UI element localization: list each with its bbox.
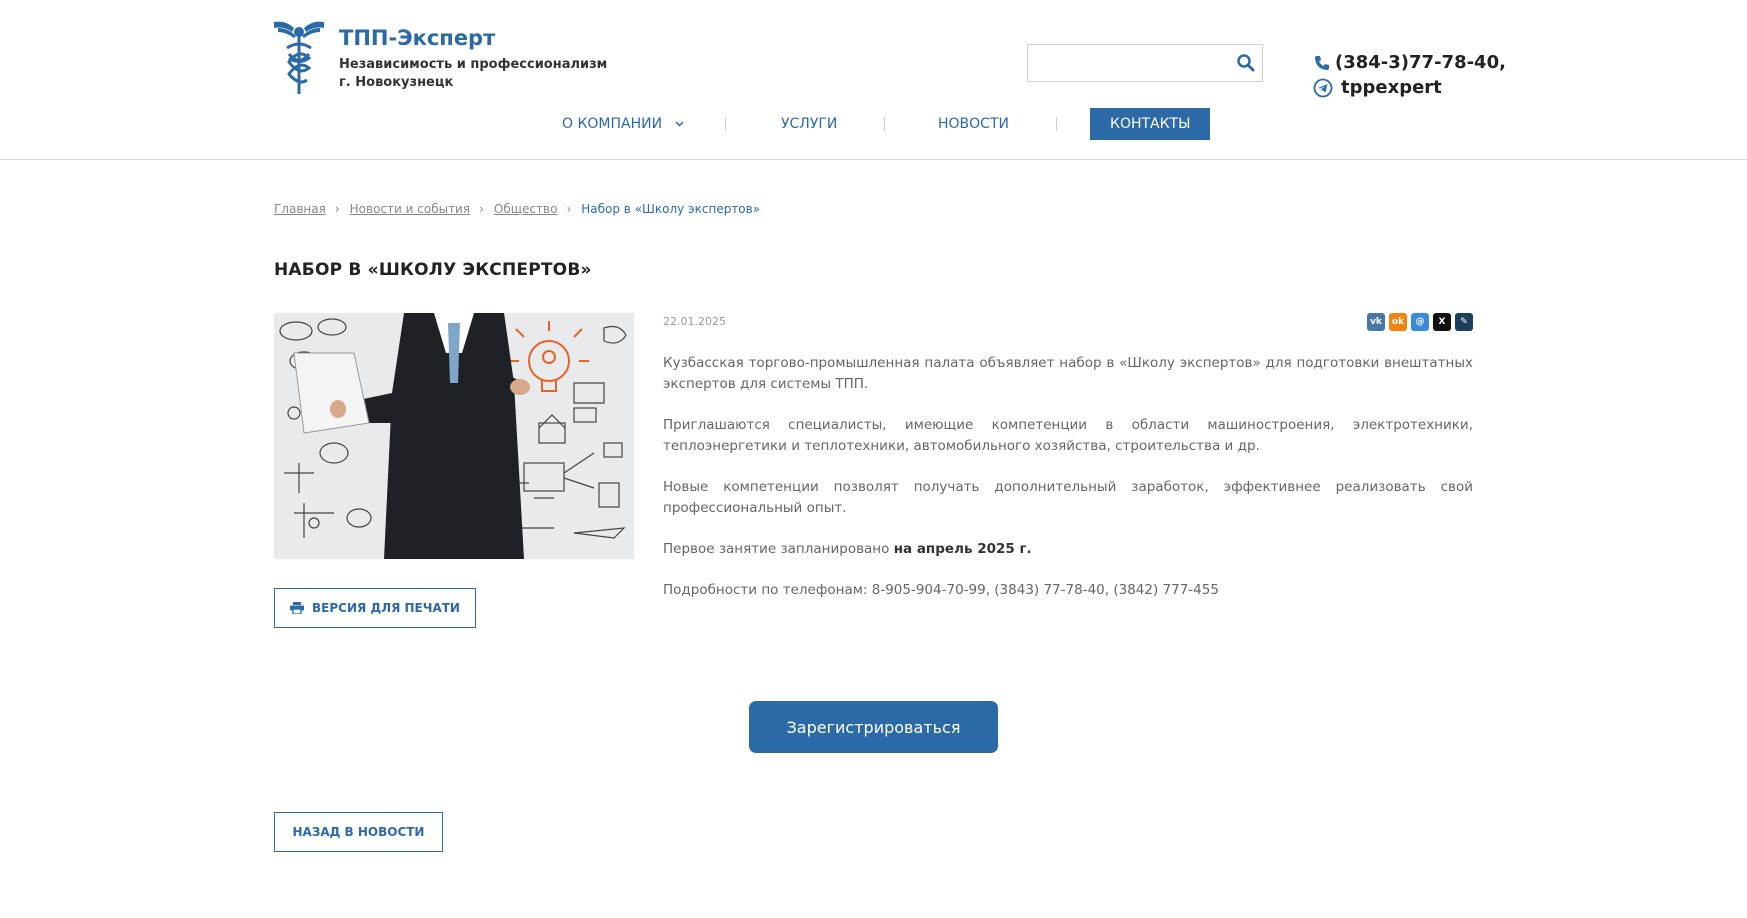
brand-city: г. Новокузнецк [339,75,454,90]
nav-item-contacts[interactable]: Контакты [1090,108,1211,140]
chevron-right-icon: › [566,202,572,216]
breadcrumb-current: Набор в «Школу экспертов» [581,202,761,216]
nav-item-about[interactable]: О компании [562,108,684,140]
register-button[interactable]: Зарегистрироваться [749,701,998,753]
livejournal-icon[interactable]: ✎ [1455,313,1473,331]
telegram-contact[interactable]: tppexpert [1313,75,1506,100]
breadcrumb-news[interactable]: Новости и события [350,202,470,216]
printer-icon [290,602,305,614]
breadcrumb: Главная › Новости и события › Общество ›… [274,202,760,216]
search-box [1027,44,1263,82]
odnoklassniki-icon[interactable]: ok [1389,313,1407,331]
chevron-right-icon: › [479,202,484,216]
logo-caduceus-icon[interactable] [272,18,326,96]
paragraph-phones: Подробности по телефонам: 8-905-904-70-9… [663,582,1219,598]
share-buttons: vk ok @ X ✎ [1367,313,1473,331]
chevron-down-icon [675,121,684,127]
paragraph: Новые компетенции позволят получать допо… [663,479,1473,516]
print-version-button[interactable]: ВЕРСИЯ ДЛЯ ПЕЧАТИ [274,588,476,628]
nav-item-label: О компании [562,116,663,132]
paragraph-text: Первое занятие запланировано [663,541,894,557]
paragraph-bold: на апрель 2025 г. [893,541,1032,557]
vk-icon[interactable]: vk [1367,313,1385,331]
brand-subtitle: Независимость и профессионализм г. Новок… [339,56,607,92]
nav-divider [884,117,885,131]
nav-item-services[interactable]: Услуги [781,108,837,140]
brand-tagline: Независимость и профессионализм [339,57,608,72]
news-date: 22.01.2025 [663,315,726,328]
nav-divider [725,117,726,131]
phone-icon [1315,55,1329,70]
telegram-icon [1313,78,1333,97]
telegram-handle: tppexpert [1341,77,1442,98]
breadcrumb-society[interactable]: Общество [494,202,558,216]
back-to-news-button[interactable]: НАЗАД В НОВОСТИ [274,812,443,852]
phone-number: (384-3)77-78-40, [1335,52,1506,73]
search-input[interactable] [1028,45,1223,81]
site-header: ТПП-Эксперт Независимость и профессионал… [0,0,1747,160]
search-icon[interactable] [1236,53,1256,73]
x-icon[interactable]: X [1433,313,1451,331]
nav-item-news[interactable]: Новости [938,108,1009,140]
print-version-label: ВЕРСИЯ ДЛЯ ПЕЧАТИ [312,601,460,615]
paragraph: Приглашаются специалисты, имеющие компет… [663,417,1473,454]
news-image[interactable] [274,313,634,559]
main-nav: О компании Услуги Новости Контакты [0,108,1747,140]
breadcrumb-home[interactable]: Главная [274,202,326,216]
nav-divider [1056,117,1057,131]
phone-contact[interactable]: (384-3)77-78-40, [1313,50,1506,75]
page-title: НАБОР В «ШКОЛУ ЭКСПЕРТОВ» [274,260,592,280]
header-contacts: (384-3)77-78-40, tppexpert [1313,50,1506,100]
brand-title[interactable]: ТПП-Эксперт [339,26,495,50]
moimir-icon[interactable]: @ [1411,313,1429,331]
chevron-right-icon: › [334,202,340,216]
paragraph: Кузбасская торгово-промышленная палата о… [663,355,1473,392]
paragraph: Первое занятие запланировано на апрель 2… [663,539,1473,560]
news-body: Кузбасская торгово-промышленная палата о… [663,353,1473,621]
